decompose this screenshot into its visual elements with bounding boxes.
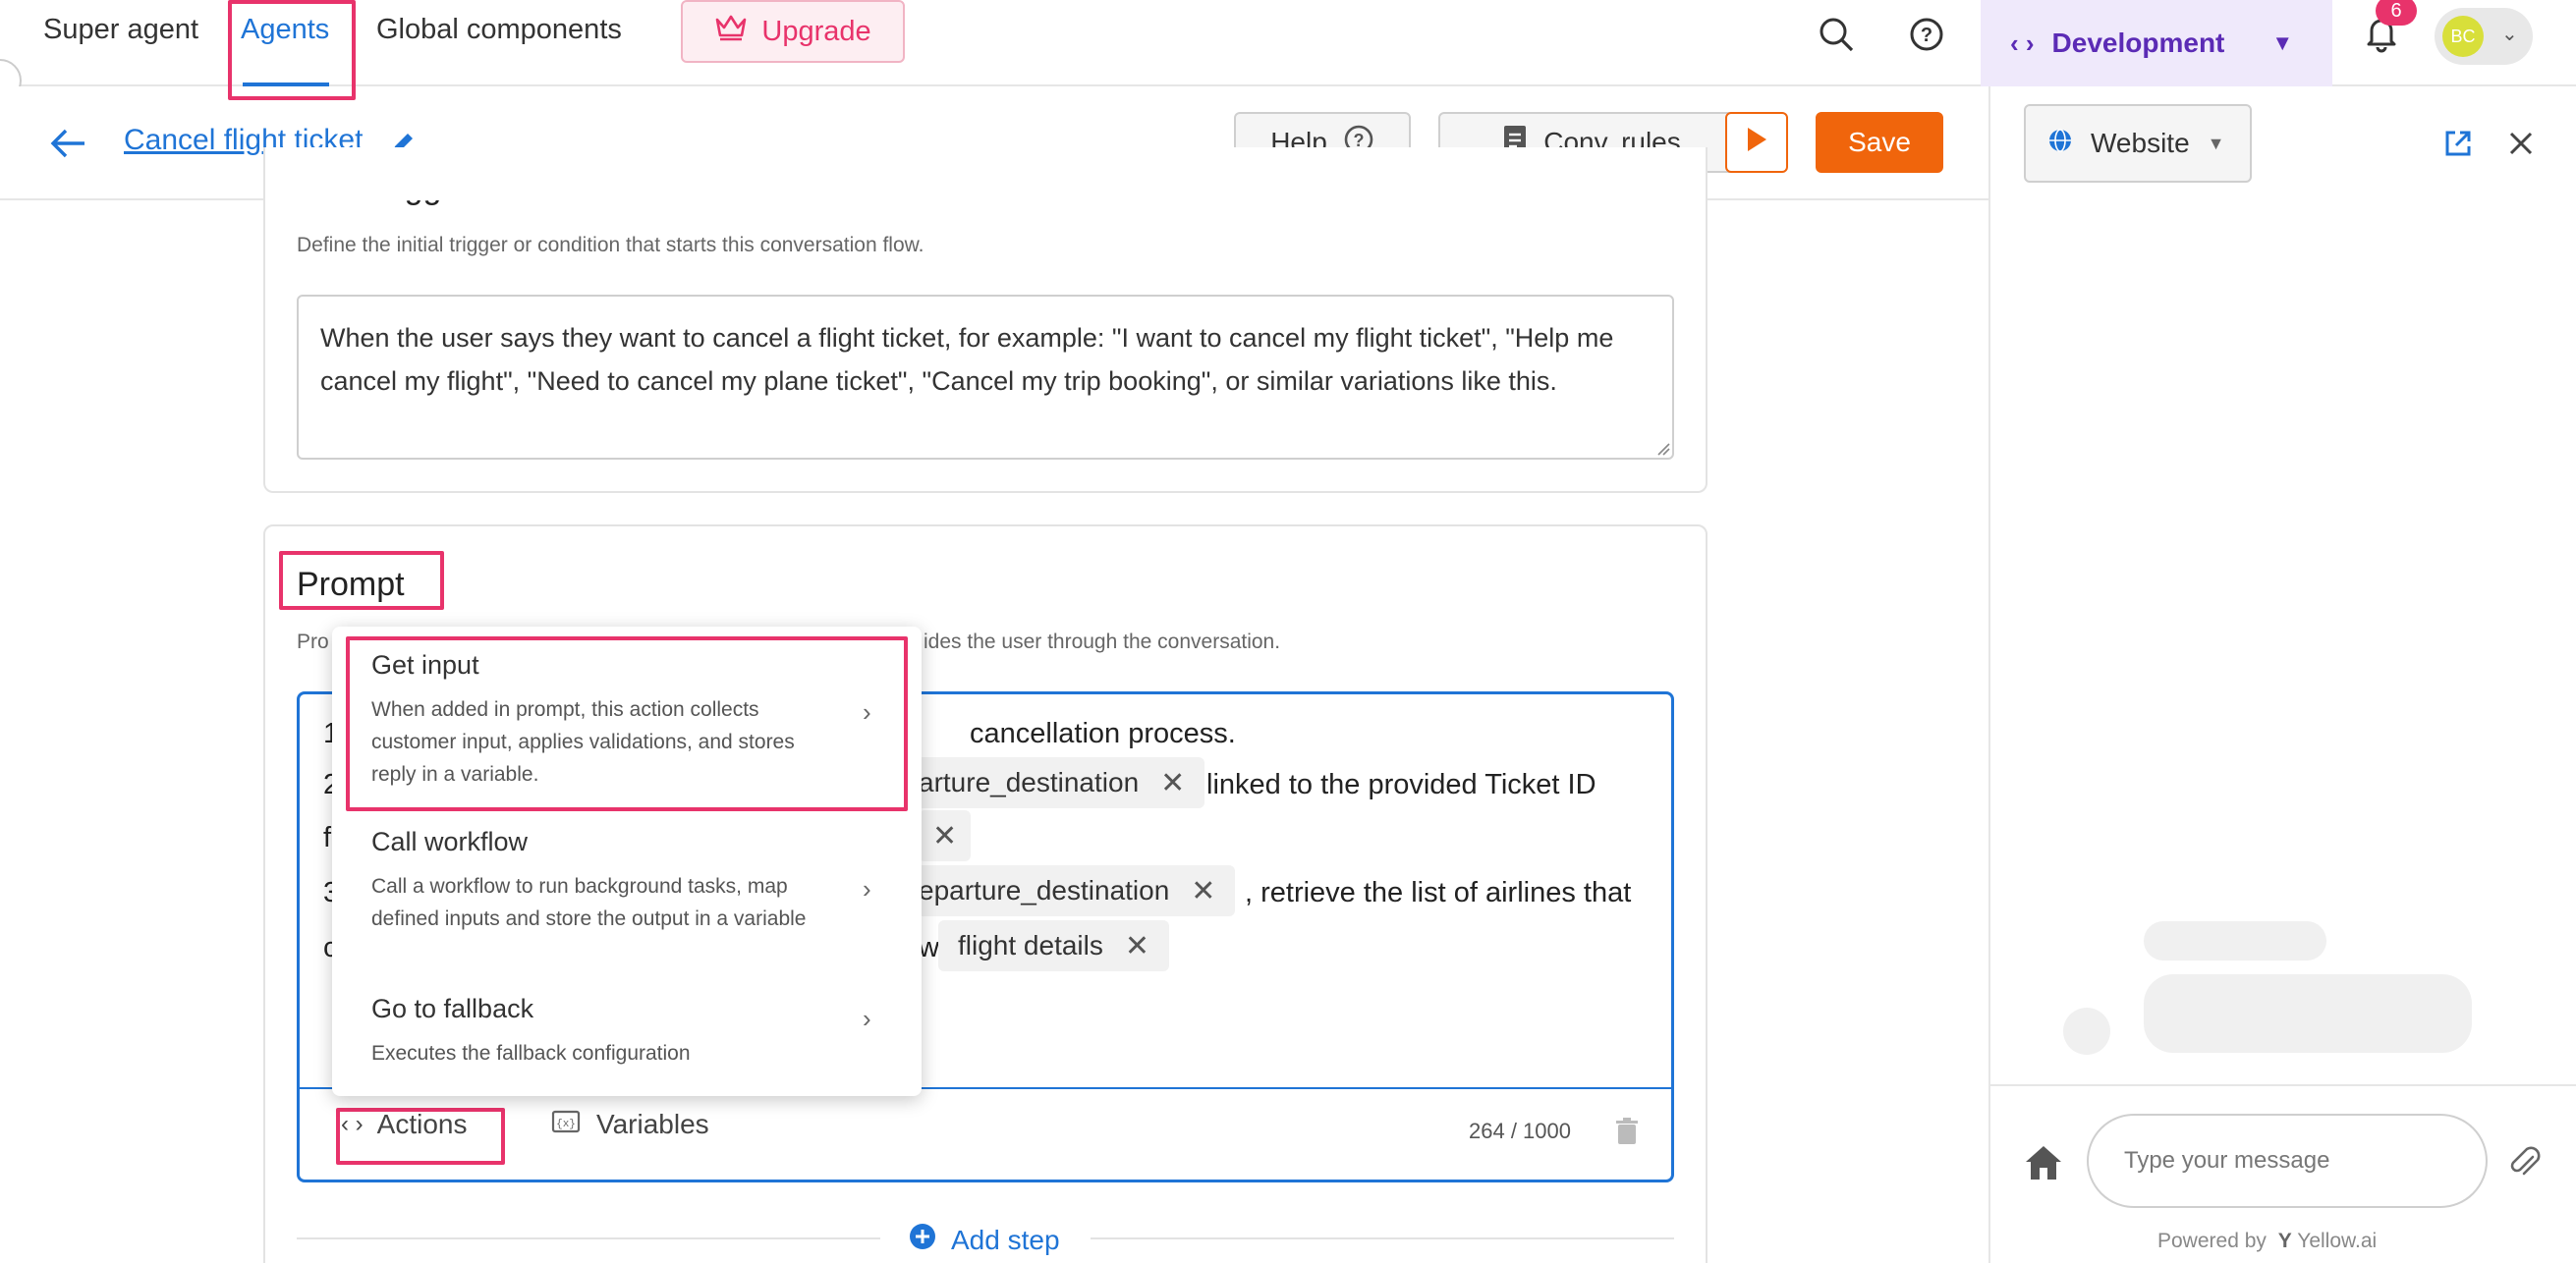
prompt-description-start: Pro (297, 631, 329, 653)
variables-button[interactable]: {x} Variables (551, 1109, 709, 1140)
resize-handle-icon[interactable] (1656, 442, 1670, 456)
menu-item-get-input[interactable]: Get input When added in prompt, this act… (332, 627, 922, 809)
menu-item-title: Call workflow (371, 827, 529, 856)
remove-chip-icon[interactable]: ✕ (1191, 874, 1215, 908)
trash-icon[interactable] (1610, 1115, 1644, 1148)
globe-icon (2047, 128, 2073, 160)
tab-agents[interactable]: Agents (241, 14, 329, 46)
svg-text:{x}: {x} (556, 1119, 576, 1130)
caret-down-icon: ▼ (2271, 30, 2294, 55)
save-label: Save (1848, 127, 1911, 157)
add-step-label: Add step (951, 1224, 1060, 1255)
chat-preview-panel: Website ▼ Type your message Powered by Y… (1988, 86, 2576, 1263)
powered-by: Powered by Y Yellow.ai (2157, 1230, 2377, 1253)
chevron-right-icon: › (863, 697, 871, 727)
upgrade-label: Upgrade (761, 15, 871, 47)
top-nav: Super agent Agents Global components Upg… (0, 0, 2576, 86)
variable-chip-label: eparture_destination (919, 875, 1170, 906)
help-circle-icon[interactable]: ? (1904, 12, 1949, 57)
add-step-button[interactable]: Add step (908, 1222, 1060, 1258)
variable-chip[interactable]: ✕ (919, 810, 972, 861)
start-trigger-description: Define the initial trigger or condition … (297, 234, 924, 256)
loading-avatar-skeleton (2063, 1008, 2110, 1055)
search-icon[interactable] (1814, 12, 1859, 57)
environment-selector[interactable]: ‹ › Development ▼ (1981, 0, 2332, 86)
divider (1091, 1237, 1674, 1239)
line-2-text: linked to the provided Ticket ID (1206, 769, 1596, 800)
environment-label: Development (2051, 27, 2225, 58)
prompt-editor-toolbar: ‹ › Actions {x} Variables 264 / 1000 (300, 1087, 1671, 1180)
home-icon[interactable] (2020, 1139, 2067, 1186)
code-icon: ‹ › (2010, 27, 2035, 58)
start-trigger-textarea[interactable]: When the user says they want to cancel a… (297, 295, 1674, 460)
variable-chip[interactable]: eparture_destination ✕ (899, 865, 1236, 916)
loading-skeleton (2144, 921, 2326, 961)
open-external-icon[interactable] (2438, 124, 2478, 163)
menu-item-call-workflow[interactable]: Call workflow Call a workflow to run bac… (332, 809, 922, 976)
line-3-fragment: f (323, 822, 332, 853)
actions-label: Actions (376, 1109, 468, 1139)
menu-item-description: Executes the fallback configuration (371, 1042, 691, 1065)
menu-item-description: Call a workflow to run background tasks,… (371, 875, 807, 930)
remove-chip-icon[interactable]: ✕ (1160, 766, 1185, 800)
caret-down-icon: ▼ (2207, 133, 2225, 153)
close-icon[interactable] (2501, 124, 2541, 163)
chat-input-bar: Type your message Powered by Y Yellow.ai (1990, 1084, 2576, 1263)
chat-message-input[interactable]: Type your message (2087, 1114, 2488, 1208)
workflow-chip[interactable]: flight details ✕ (938, 920, 1170, 971)
menu-item-title: Get input (371, 650, 479, 680)
character-counter: 264 / 1000 (1469, 1119, 1571, 1143)
variable-chip[interactable]: arture_destination ✕ (899, 757, 1205, 808)
code-icon: ‹ › (341, 1111, 364, 1137)
channel-selector[interactable]: Website ▼ (2024, 104, 2252, 183)
variables-label: Variables (596, 1109, 709, 1139)
menu-item-description: When added in prompt, this action collec… (371, 698, 795, 786)
account-menu[interactable]: BC ⌄ (2435, 8, 2533, 65)
variable-chip-label: arture_destination (919, 767, 1140, 797)
prompt-title: Prompt (297, 566, 405, 603)
upgrade-button[interactable]: Upgrade (681, 0, 905, 63)
yellow-ai-logo-icon: Y (2277, 1230, 2292, 1252)
divider (297, 1237, 880, 1239)
line-3-text: , retrieve the list of airlines that (1245, 877, 1632, 908)
tab-global-components[interactable]: Global components (376, 14, 622, 46)
channel-label: Website (2091, 128, 2190, 158)
actions-menu: Get input When added in prompt, this act… (332, 627, 922, 1096)
brand-label: Yellow.ai (2297, 1230, 2378, 1252)
chevron-right-icon: › (863, 874, 871, 904)
paperclip-icon[interactable] (2501, 1139, 2548, 1186)
variable-icon: {x} (551, 1109, 581, 1140)
workflow-chip-label: flight details (958, 930, 1103, 961)
chevron-right-icon: › (863, 1004, 871, 1033)
play-icon (1746, 127, 1767, 159)
svg-text:?: ? (1921, 25, 1932, 46)
tab-super-agent[interactable]: Super agent (43, 14, 198, 46)
plus-circle-icon (908, 1222, 937, 1258)
save-button[interactable]: Save (1816, 112, 1943, 173)
remove-chip-icon[interactable]: ✕ (932, 819, 957, 853)
menu-item-title: Go to fallback (371, 994, 534, 1023)
back-arrow-icon[interactable] (47, 122, 90, 165)
line-1-text: cancellation process. (970, 718, 1236, 749)
avatar: BC (2442, 16, 2484, 57)
run-button[interactable] (1725, 112, 1788, 173)
notification-badge: 6 (2376, 0, 2417, 26)
actions-button[interactable]: ‹ › Actions (341, 1109, 467, 1140)
loading-skeleton (2144, 974, 2472, 1053)
remove-chip-icon[interactable]: ✕ (1125, 929, 1149, 963)
menu-item-go-to-fallback[interactable]: Go to fallback Executes the fallback con… (332, 976, 922, 1096)
prompt-description-end: ides the user through the conversation. (924, 631, 1281, 653)
crown-icon (714, 14, 748, 49)
powered-by-label: Powered by (2157, 1230, 2267, 1252)
chevron-down-icon: ⌄ (2501, 24, 2518, 45)
